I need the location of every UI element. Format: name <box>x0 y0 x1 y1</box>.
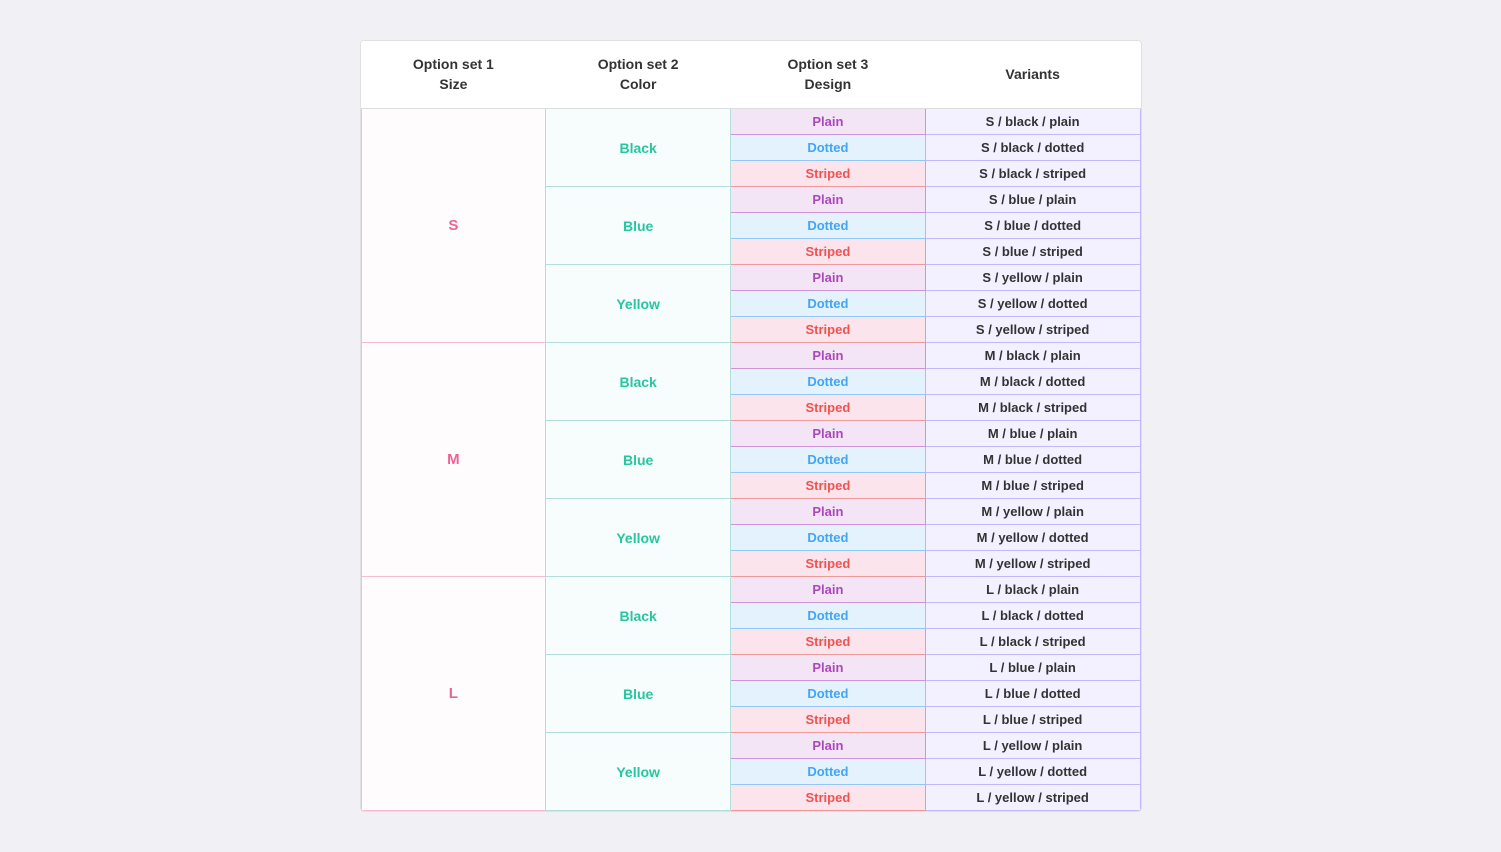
variant-cell: L / black / striped <box>925 629 1140 655</box>
size-cell: M <box>361 343 546 577</box>
variant-cell: L / blue / dotted <box>925 681 1140 707</box>
variant-cell: S / blue / dotted <box>925 213 1140 239</box>
variant-cell: L / black / plain <box>925 577 1140 603</box>
variant-cell: L / yellow / dotted <box>925 759 1140 785</box>
color-cell: Blue <box>546 655 731 733</box>
design-cell: Plain <box>731 421 926 447</box>
design-cell: Dotted <box>731 369 926 395</box>
design-cell: Plain <box>731 733 926 759</box>
color-cell: Yellow <box>546 733 731 811</box>
variant-cell: S / blue / plain <box>925 187 1140 213</box>
design-cell: Dotted <box>731 603 926 629</box>
variant-cell: S / yellow / striped <box>925 317 1140 343</box>
design-cell: Striped <box>731 395 926 421</box>
variant-cell: L / blue / plain <box>925 655 1140 681</box>
variant-cell: S / yellow / dotted <box>925 291 1140 317</box>
design-cell: Plain <box>731 187 926 213</box>
design-cell: Plain <box>731 109 926 135</box>
design-cell: Dotted <box>731 681 926 707</box>
variant-cell: S / black / plain <box>925 109 1140 135</box>
variant-cell: S / black / dotted <box>925 135 1140 161</box>
design-cell: Striped <box>731 551 926 577</box>
color-cell: Black <box>546 577 731 655</box>
design-cell: Plain <box>731 265 926 291</box>
variant-cell: S / blue / striped <box>925 239 1140 265</box>
variant-cell: M / black / striped <box>925 395 1140 421</box>
design-cell: Striped <box>731 785 926 811</box>
design-cell: Striped <box>731 473 926 499</box>
variant-cell: S / black / striped <box>925 161 1140 187</box>
design-cell: Dotted <box>731 213 926 239</box>
design-cell: Striped <box>731 317 926 343</box>
variant-cell: M / black / dotted <box>925 369 1140 395</box>
variant-cell: M / blue / plain <box>925 421 1140 447</box>
column-header: Option set 1Size <box>361 41 546 109</box>
variant-cell: L / yellow / striped <box>925 785 1140 811</box>
design-cell: Striped <box>731 629 926 655</box>
column-header: Variants <box>925 41 1140 109</box>
variant-cell: M / yellow / plain <box>925 499 1140 525</box>
design-cell: Striped <box>731 161 926 187</box>
variant-cell: M / yellow / dotted <box>925 525 1140 551</box>
design-cell: Dotted <box>731 759 926 785</box>
variant-cell: M / blue / striped <box>925 473 1140 499</box>
size-cell: L <box>361 577 546 811</box>
variant-cell: M / yellow / striped <box>925 551 1140 577</box>
size-cell: S <box>361 109 546 343</box>
table-row: LBlackPlainL / black / plain <box>361 577 1140 603</box>
design-cell: Dotted <box>731 525 926 551</box>
table-row: SBlackPlainS / black / plain <box>361 109 1140 135</box>
color-cell: Blue <box>546 187 731 265</box>
variant-cell: M / blue / dotted <box>925 447 1140 473</box>
column-header: Option set 2Color <box>546 41 731 109</box>
design-cell: Plain <box>731 499 926 525</box>
color-cell: Black <box>546 343 731 421</box>
variant-cell: L / black / dotted <box>925 603 1140 629</box>
design-cell: Striped <box>731 239 926 265</box>
variants-table: Option set 1SizeOption set 2ColorOption … <box>360 40 1142 812</box>
design-cell: Plain <box>731 343 926 369</box>
variant-cell: L / blue / striped <box>925 707 1140 733</box>
design-cell: Dotted <box>731 135 926 161</box>
variant-cell: M / black / plain <box>925 343 1140 369</box>
color-cell: Yellow <box>546 499 731 577</box>
design-cell: Plain <box>731 655 926 681</box>
color-cell: Blue <box>546 421 731 499</box>
table-row: MBlackPlainM / black / plain <box>361 343 1140 369</box>
design-cell: Dotted <box>731 291 926 317</box>
design-cell: Dotted <box>731 447 926 473</box>
color-cell: Yellow <box>546 265 731 343</box>
design-cell: Plain <box>731 577 926 603</box>
variant-cell: L / yellow / plain <box>925 733 1140 759</box>
design-cell: Striped <box>731 707 926 733</box>
color-cell: Black <box>546 109 731 187</box>
variant-cell: S / yellow / plain <box>925 265 1140 291</box>
column-header: Option set 3Design <box>731 41 926 109</box>
